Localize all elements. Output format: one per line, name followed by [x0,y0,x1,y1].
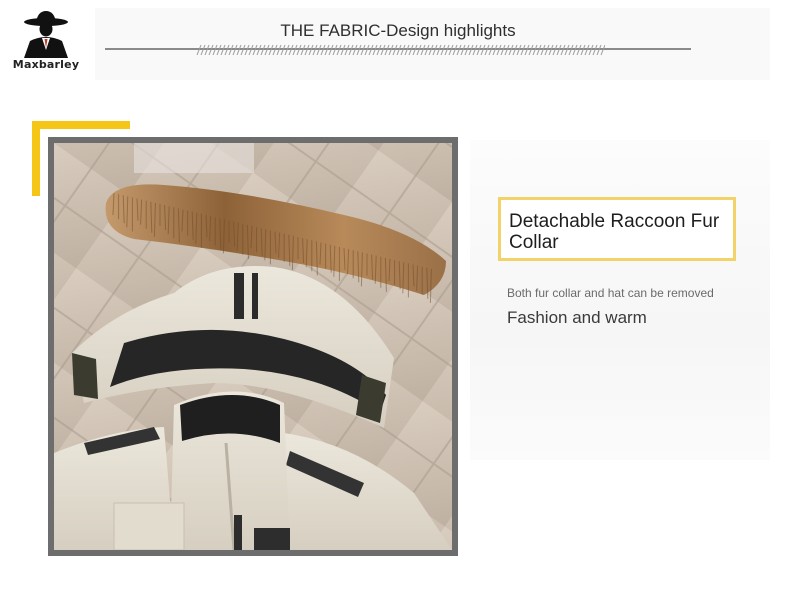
info-panel [470,140,770,460]
feature-note: Both fur collar and hat can be removed [507,286,714,300]
page-title: THE FABRIC-Design highlights [280,21,516,40]
feature-tagline: Fashion and warm [507,308,647,327]
brand-logo: Maxbarley [8,10,84,80]
title-hatch-decoration [196,44,605,56]
feature-title-box: Detachable Raccoon Fur Collar [498,197,736,261]
brand-name: Maxbarley [12,58,80,71]
product-photo-fur-collar-jacket [54,143,452,550]
feature-title: Detachable Raccoon Fur Collar [509,211,720,253]
hat-figure-icon [24,11,68,58]
